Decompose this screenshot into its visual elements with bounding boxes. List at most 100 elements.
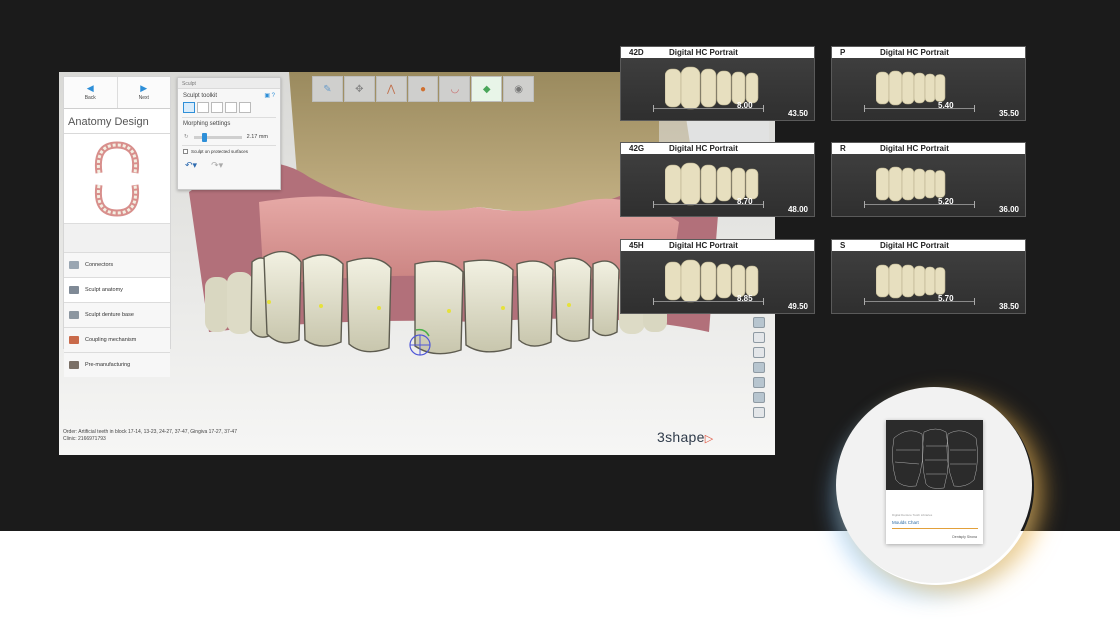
mould-card-r[interactable]: R Digital HC Portrait 5.20 36.00: [831, 142, 1026, 217]
nav-row: ◀ Back ▶ Next: [64, 77, 170, 109]
morphing-header: Morphing settings: [178, 118, 280, 130]
product-name: Digital HC Portrait: [880, 48, 949, 57]
length-value: 36.00: [998, 205, 1019, 214]
dental-arch-icon: [94, 140, 140, 217]
gum-tool-icon[interactable]: ◡: [439, 76, 471, 102]
toolkit-header: Sculpt toolkit ▣ ?: [178, 89, 280, 102]
toolkit-label: Sculpt toolkit: [183, 92, 218, 99]
tooth-set-image: [876, 166, 946, 202]
slider-knob[interactable]: [201, 132, 207, 142]
color-tool-icon[interactable]: ●: [407, 76, 439, 102]
teeth-setup-icon[interactable]: ✥: [343, 76, 375, 102]
protected-surfaces-checkbox[interactable]: Sculpt on protected surfaces: [178, 146, 280, 157]
view-cube-icon[interactable]: [753, 317, 765, 328]
card-body: 5.70 38.50: [832, 251, 1025, 313]
panel-title: Anatomy Design: [64, 109, 170, 134]
length-value: 38.50: [998, 302, 1019, 311]
reset-icon[interactable]: ↻: [184, 134, 189, 140]
sculpt-tools: [178, 102, 280, 113]
undo-icon[interactable]: ↶▾: [185, 160, 197, 171]
connectors-icon: [69, 261, 79, 269]
back-button[interactable]: ◀ Back: [64, 77, 117, 108]
add-tool-icon[interactable]: [211, 102, 223, 113]
card-body: 8.70 48.00: [621, 154, 814, 216]
card-header: P Digital HC Portrait: [832, 47, 1025, 58]
step-connectors[interactable]: Connectors: [64, 252, 170, 277]
sculpt-window-title: Sculpt: [178, 78, 280, 89]
mould-card-s[interactable]: S Digital HC Portrait 5.70 38.50: [831, 239, 1026, 314]
width-value: 8.70: [737, 197, 753, 206]
next-label: Next: [138, 95, 149, 101]
length-value: 48.00: [787, 205, 808, 214]
step-label: Connectors: [85, 262, 114, 268]
brochure-accent-line: [892, 528, 978, 529]
width-value: 5.70: [938, 294, 954, 303]
step-coupling-mechanism[interactable]: Coupling mechanism: [64, 327, 170, 352]
product-name: Digital HC Portrait: [669, 241, 738, 250]
scan-tool-icon[interactable]: ✎: [312, 76, 343, 102]
order-line: Order: Artificial teeth in block 17-14, …: [63, 429, 237, 435]
sculpt-tool-icon[interactable]: ◆: [471, 76, 503, 102]
slider-track[interactable]: [193, 132, 242, 142]
camera-icon[interactable]: [753, 377, 765, 388]
help-icon[interactable]: ▣ ?: [264, 92, 275, 99]
arrow-right-icon: ▶: [140, 83, 148, 93]
back-label: Back: [84, 95, 96, 101]
clinic-line: Clinic: 2166971793: [63, 436, 106, 442]
step-label: Sculpt denture base: [85, 312, 134, 318]
length-value: 35.50: [998, 109, 1019, 118]
remove-tool-icon[interactable]: [225, 102, 237, 113]
mould-card-p[interactable]: P Digital HC Portrait 5.40 35.50: [831, 46, 1026, 121]
mould-code: 42D: [629, 48, 644, 57]
tooth-set-image: [876, 70, 946, 106]
product-name: Digital HC Portrait: [669, 144, 738, 153]
card-header: 45H Digital HC Portrait: [621, 240, 814, 251]
checkbox-box[interactable]: [183, 149, 188, 154]
step-pre-manufacturing[interactable]: Pre-manufacturing: [64, 352, 170, 377]
smooth-tool-icon[interactable]: [197, 102, 209, 113]
gingiva-tool-icon[interactable]: ⋀: [375, 76, 407, 102]
order-info: Order: Artificial teeth in block 17-14, …: [63, 429, 237, 443]
pre-manufacturing-icon: [69, 361, 79, 369]
logo-text: 3shape: [657, 429, 705, 445]
tooth-set-image: [876, 263, 946, 299]
width-value: 8.85: [737, 294, 753, 303]
morph-tool-icon[interactable]: [239, 102, 251, 113]
card-body: 5.40 35.50: [832, 58, 1025, 120]
workflow-steps: Connectors Sculpt anatomy Sculpt denture…: [64, 252, 170, 377]
mesh-icon[interactable]: [753, 347, 765, 358]
moulds-chart-brochure[interactable]: Digital Denture Tooth Libraries Moulds C…: [886, 420, 983, 544]
card-body: 8.00 43.50: [621, 58, 814, 120]
mould-code: R: [840, 144, 846, 153]
step-sculpt-anatomy[interactable]: Sculpt anatomy: [64, 277, 170, 302]
mould-card-42d[interactable]: 42D Digital HC Portrait 8.00 43.50: [620, 46, 815, 121]
mould-code: 45H: [629, 241, 644, 250]
width-value: 5.40: [938, 101, 954, 110]
mould-code: P: [840, 48, 846, 57]
tooth-set-image: [665, 66, 759, 110]
brush-tool-icon[interactable]: [183, 102, 195, 113]
next-button[interactable]: ▶ Next: [116, 77, 171, 108]
page: ◀ Back ▶ Next Anatomy Design Connectors …: [0, 0, 1120, 630]
arch-thumbnail[interactable]: [64, 134, 170, 224]
step-label: Pre-manufacturing: [85, 362, 131, 368]
view-toolbar: [753, 317, 767, 418]
undo-redo-row: ↶▾ ↷▾: [178, 157, 280, 174]
product-name: Digital HC Portrait: [880, 144, 949, 153]
sculpt-base-icon: [69, 311, 79, 319]
light-icon[interactable]: [753, 407, 765, 418]
mould-card-42g[interactable]: 42G Digital HC Portrait 8.70 48.00: [620, 142, 815, 217]
dimension-line: [864, 201, 975, 208]
redo-icon[interactable]: ↷▾: [211, 160, 223, 171]
eye-icon[interactable]: [753, 392, 765, 403]
mould-card-45h[interactable]: 45H Digital HC Portrait 8.85 49.50: [620, 239, 815, 314]
3shape-logo: 3shape▷: [657, 429, 714, 445]
brochure-subtitle: Digital Denture Tooth Libraries: [892, 513, 933, 517]
finish-tool-icon[interactable]: ◉: [503, 76, 535, 102]
dentsply-logo: Dentsply Sirona: [952, 535, 977, 539]
layer-icon[interactable]: [753, 332, 765, 343]
image-icon[interactable]: [753, 362, 765, 373]
step-sculpt-denture-base[interactable]: Sculpt denture base: [64, 302, 170, 327]
sculpt-toolkit-window: Sculpt Sculpt toolkit ▣ ? Morphing setti…: [177, 77, 281, 190]
morph-size-slider[interactable]: ↻ 2.17 mm: [184, 132, 274, 142]
